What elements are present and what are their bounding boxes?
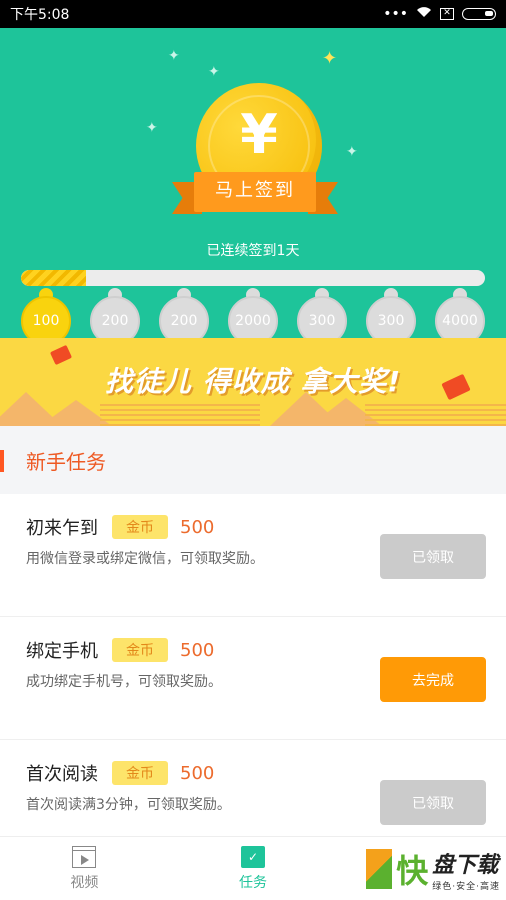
task-title: 初来乍到 bbox=[26, 518, 98, 539]
tab-label: 视频 bbox=[70, 874, 99, 891]
streak-text: 已连续签到1天 bbox=[206, 243, 300, 259]
sparkle-icon: ✦ bbox=[346, 144, 358, 160]
task-reward-amount: 500 bbox=[180, 762, 215, 784]
coin-tag: 金币 bbox=[112, 761, 168, 785]
tab-label: 任务 bbox=[239, 874, 267, 891]
banner-text: 找徒儿 得收成 拿大奖! bbox=[104, 365, 402, 398]
section-accent-bar bbox=[0, 450, 4, 472]
tab-task[interactable]: ✓ 任务 bbox=[169, 837, 338, 900]
task-action-button[interactable]: 已领取 bbox=[380, 534, 486, 579]
task-item: 初来乍到 金币 500 用微信登录或绑定微信，可领取奖励。 已领取 bbox=[0, 494, 506, 617]
tab-video[interactable]: 视频 bbox=[0, 837, 169, 900]
more-dots-icon: ••• bbox=[383, 6, 408, 22]
sparkle-icon: ✦ bbox=[208, 64, 220, 80]
watermark-kuai: 快 bbox=[396, 852, 429, 890]
checkin-progress-fill bbox=[21, 270, 86, 286]
status-icons: ••• ✕ bbox=[383, 6, 496, 22]
video-icon bbox=[72, 845, 97, 868]
battery-icon bbox=[462, 8, 496, 20]
task-action-button[interactable]: 去完成 bbox=[380, 657, 486, 702]
task-item: 绑定手机 金币 500 成功绑定手机号，可领取奖励。 去完成 bbox=[0, 617, 506, 740]
sim-off-icon: ✕ bbox=[440, 8, 454, 20]
task-title: 绑定手机 bbox=[26, 641, 98, 662]
yen-symbol: ¥ bbox=[240, 103, 278, 166]
invite-banner[interactable]: 找徒儿 得收成 拿大奖! bbox=[0, 338, 506, 426]
checkin-hero: ✦ ✦ ✦ ✦ ✦ ¥ 马上签到 已连续签到1天 100 200 200 2000 30… bbox=[0, 28, 506, 346]
watermark-slogan: 绿色·安全·高速 bbox=[432, 881, 500, 892]
section-header: 新手任务 bbox=[0, 426, 506, 494]
sparkle-icon: ✦ bbox=[146, 120, 158, 136]
task-action-button[interactable]: 已领取 bbox=[380, 780, 486, 825]
status-bar: 下午5:08 ••• ✕ bbox=[0, 0, 506, 28]
watermark-logo: 快 盘下载 绿色·安全·高速 bbox=[366, 846, 500, 892]
sparkle-icon: ✦ bbox=[322, 48, 338, 69]
section-title: 新手任务 bbox=[26, 449, 106, 474]
coin-tag: 金币 bbox=[112, 638, 168, 662]
coin-tag: 金币 bbox=[112, 515, 168, 539]
task-reward-amount: 500 bbox=[180, 639, 215, 661]
task-reward-amount: 500 bbox=[180, 516, 215, 538]
sparkle-icon: ✦ bbox=[168, 48, 180, 64]
task-title: 首次阅读 bbox=[26, 764, 98, 785]
tab-bar: 视频 ✓ 任务 快 盘下载 绿色·安全·高速 bbox=[0, 836, 506, 900]
task-calendar-icon: ✓ bbox=[241, 845, 265, 868]
wifi-icon bbox=[416, 6, 432, 22]
status-time: 下午5:08 bbox=[10, 7, 70, 23]
checkin-label: 马上签到 bbox=[194, 172, 316, 212]
watermark-name: 盘下载 bbox=[432, 852, 499, 878]
checkin-progress bbox=[21, 270, 485, 286]
task-list: 初来乍到 金币 500 用微信登录或绑定微信，可领取奖励。 已领取 绑定手机 金币 500 成功… bbox=[0, 494, 506, 863]
checkin-button[interactable]: 马上签到 bbox=[172, 172, 338, 216]
watermark-k-icon bbox=[366, 849, 393, 889]
